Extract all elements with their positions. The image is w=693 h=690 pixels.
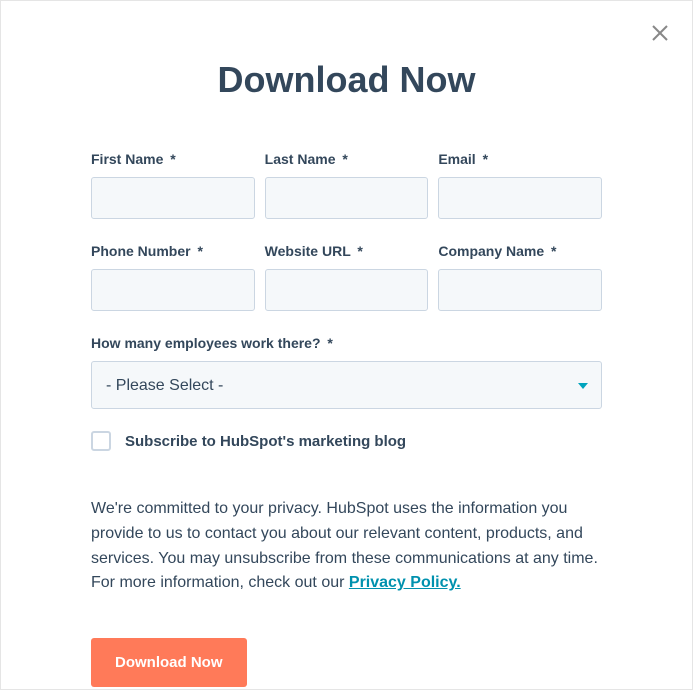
email-label: Email *: [438, 151, 602, 167]
close-button[interactable]: [648, 21, 672, 45]
required-asterisk: *: [483, 151, 488, 167]
field-company: Company Name *: [438, 243, 602, 311]
first-name-input[interactable]: [91, 177, 255, 219]
label-text: Last Name: [265, 151, 336, 167]
form-row-2: Phone Number * Website URL * Company Nam…: [91, 243, 602, 311]
employees-select-wrap: - Please Select -: [91, 361, 602, 409]
website-input[interactable]: [265, 269, 429, 311]
required-asterisk: *: [551, 243, 556, 259]
employees-select[interactable]: - Please Select -: [91, 361, 602, 409]
required-asterisk: *: [327, 335, 332, 351]
phone-input[interactable]: [91, 269, 255, 311]
label-text: Company Name: [438, 243, 544, 259]
label-text: Email: [438, 151, 475, 167]
company-input[interactable]: [438, 269, 602, 311]
privacy-policy-link[interactable]: Privacy Policy.: [349, 574, 461, 591]
label-text: How many employees work there?: [91, 335, 321, 351]
field-last-name: Last Name *: [265, 151, 429, 219]
first-name-label: First Name *: [91, 151, 255, 167]
submit-button[interactable]: Download Now: [91, 638, 247, 687]
required-asterisk: *: [342, 151, 347, 167]
last-name-label: Last Name *: [265, 151, 429, 167]
website-label: Website URL *: [265, 243, 429, 259]
field-employees: How many employees work there? * - Pleas…: [91, 335, 602, 409]
label-text: First Name: [91, 151, 163, 167]
field-first-name: First Name *: [91, 151, 255, 219]
field-email: Email *: [438, 151, 602, 219]
subscribe-label: Subscribe to HubSpot's marketing blog: [125, 433, 406, 450]
employees-label: How many employees work there? *: [91, 335, 602, 351]
field-phone: Phone Number *: [91, 243, 255, 311]
subscribe-checkbox[interactable]: [91, 431, 111, 451]
field-website: Website URL *: [265, 243, 429, 311]
download-modal: Download Now First Name * Last Name * Em…: [0, 0, 693, 690]
form-row-1: First Name * Last Name * Email *: [91, 151, 602, 219]
phone-label: Phone Number *: [91, 243, 255, 259]
label-text: Phone Number: [91, 243, 191, 259]
company-label: Company Name *: [438, 243, 602, 259]
modal-title: Download Now: [91, 59, 602, 101]
close-icon: [648, 21, 672, 45]
email-input[interactable]: [438, 177, 602, 219]
privacy-body: We're committed to your privacy. HubSpot…: [91, 500, 598, 591]
subscribe-row: Subscribe to HubSpot's marketing blog: [91, 431, 602, 451]
privacy-text: We're committed to your privacy. HubSpot…: [91, 497, 602, 596]
required-asterisk: *: [357, 243, 362, 259]
required-asterisk: *: [197, 243, 202, 259]
required-asterisk: *: [170, 151, 175, 167]
label-text: Website URL: [265, 243, 351, 259]
last-name-input[interactable]: [265, 177, 429, 219]
